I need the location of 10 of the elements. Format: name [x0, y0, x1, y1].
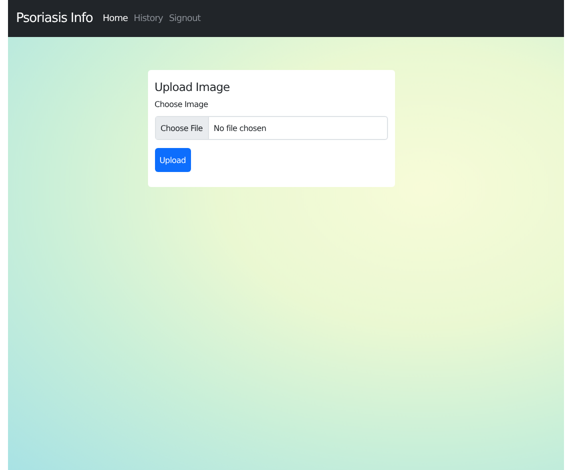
field-label: Choose Image — [154, 100, 208, 109]
card-title: Upload Image — [154, 80, 230, 94]
nav-link[interactable]: Signout — [168, 14, 201, 24]
file-status: No file chosen — [212, 122, 268, 134]
brand-link[interactable]: Psoriasis Info — [16, 11, 93, 26]
nav-link[interactable]: History — [134, 14, 163, 24]
choose-file-button[interactable]: Choose File — [156, 117, 209, 139]
file-input[interactable]: Choose File No file chosen — [154, 116, 388, 140]
nav-link[interactable]: Home — [102, 14, 128, 24]
upload-button[interactable]: Upload — [154, 148, 191, 172]
